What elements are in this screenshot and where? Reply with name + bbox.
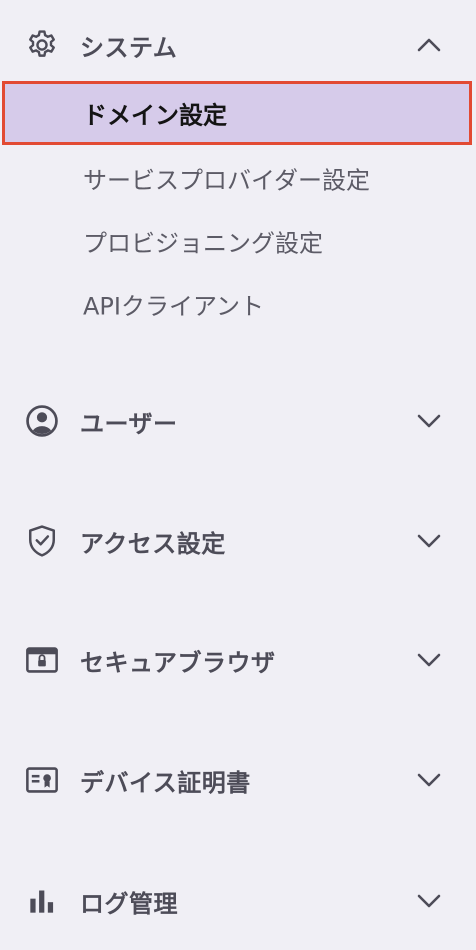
shield-check-icon [24, 523, 60, 559]
sidebar-section-label: システム [80, 33, 178, 62]
chevron-down-icon[interactable] [413, 644, 445, 676]
sidebar-section-label: セキュアブラウザ [80, 648, 276, 677]
chevron-down-icon[interactable] [413, 764, 445, 796]
sidebar-section-users[interactable]: ユーザー [0, 391, 476, 451]
sidebar-section-access[interactable]: アクセス設定 [0, 511, 476, 571]
sidebar-item-label: プロビジョニング設定 [83, 229, 323, 258]
sidebar-item-service-provider-settings[interactable]: サービスプロバイダー設定 [0, 148, 476, 208]
sidebar-nav: システム ドメイン設定 サービスプロバイダー設定 プロビジョニング設定 APIク… [0, 0, 476, 950]
sidebar-section-label: ユーザー [80, 409, 178, 438]
sidebar-item-label: サービスプロバイダー設定 [83, 166, 371, 195]
bar-chart-icon [24, 883, 60, 919]
sidebar-section-label: アクセス設定 [80, 529, 226, 558]
chevron-down-icon[interactable] [413, 885, 445, 917]
chevron-down-icon[interactable] [413, 525, 445, 557]
sidebar-item-provisioning-settings[interactable]: プロビジョニング設定 [0, 211, 476, 271]
sidebar-section-label: デバイス証明書 [80, 768, 251, 797]
browser-lock-icon [24, 642, 60, 678]
user-circle-icon [24, 403, 60, 439]
certificate-icon [24, 762, 60, 798]
chevron-down-icon[interactable] [413, 405, 445, 437]
sidebar-section-label: ログ管理 [80, 889, 178, 918]
sidebar-item-domain-settings[interactable]: ドメイン設定 [2, 81, 472, 145]
sidebar-section-system[interactable]: システム [0, 15, 476, 75]
sidebar-item-label: ドメイン設定 [83, 101, 227, 130]
sidebar-item-api-client[interactable]: APIクライアント [0, 274, 476, 334]
gear-icon [24, 27, 60, 63]
sidebar-item-label: APIクライアント [83, 292, 265, 321]
sidebar-section-log-management[interactable]: ログ管理 [0, 871, 476, 931]
sidebar-section-device-certificate[interactable]: デバイス証明書 [0, 750, 476, 810]
sidebar-section-secure-browser[interactable]: セキュアブラウザ [0, 630, 476, 690]
chevron-up-icon[interactable] [413, 29, 445, 61]
